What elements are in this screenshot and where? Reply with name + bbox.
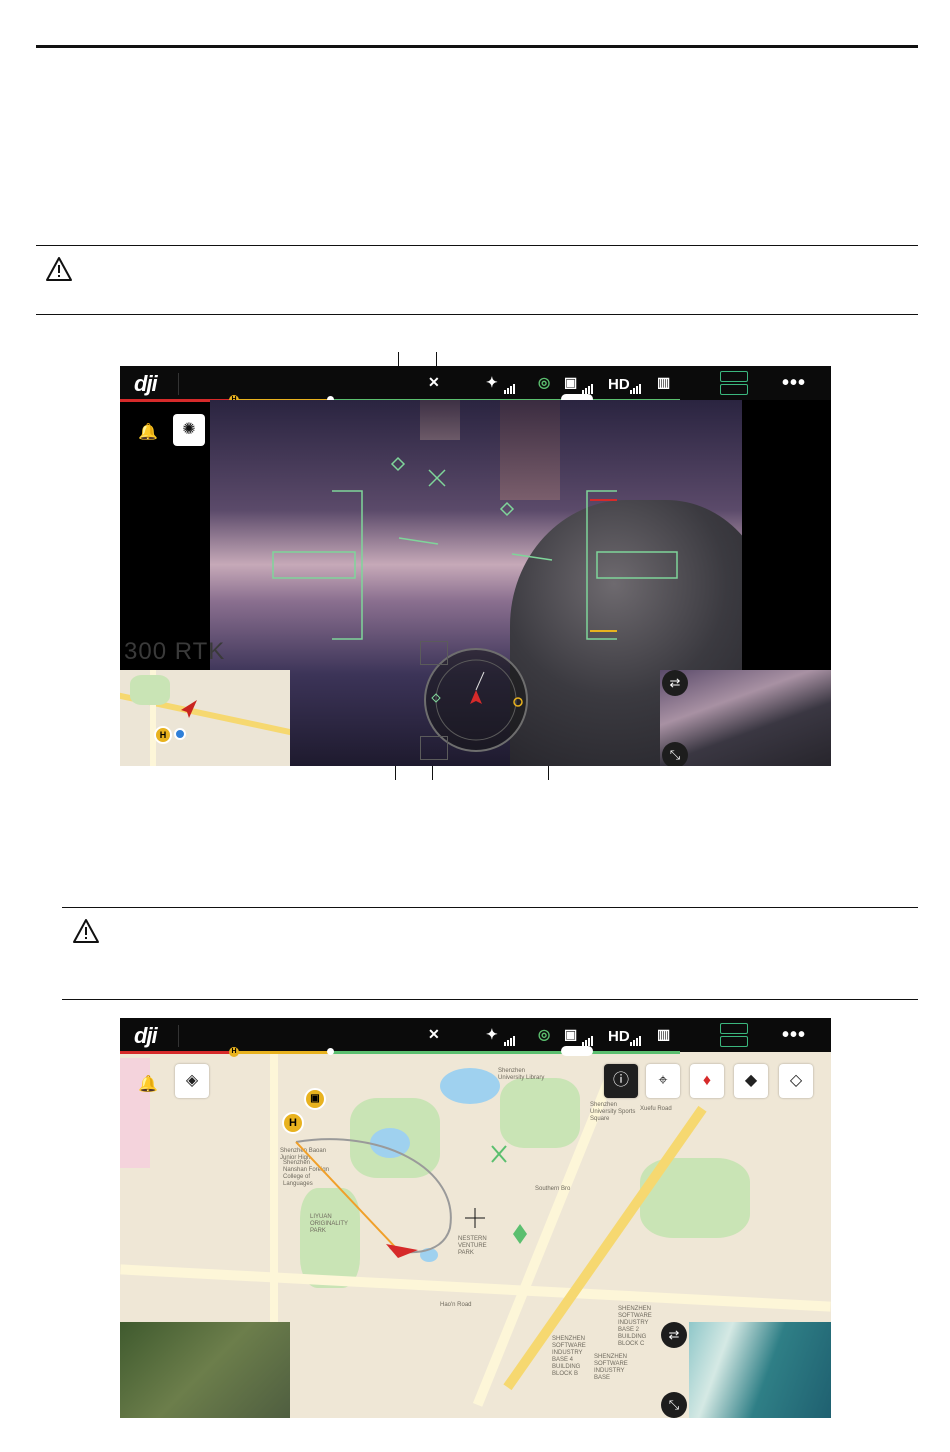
aircraft-heading-icon xyxy=(386,1244,418,1258)
battery-icon: ▥ xyxy=(657,1026,671,1042)
speed-scale xyxy=(332,490,363,640)
warning-top-rule xyxy=(36,245,918,246)
remote-controller-marker: ▣ xyxy=(304,1088,326,1110)
park-area xyxy=(130,675,170,705)
speed-readout-box xyxy=(272,551,356,579)
minimize-view-button[interactable]: ⤡ xyxy=(661,1392,687,1418)
horizon-line-left xyxy=(398,537,439,545)
eraser-button[interactable]: ◇ xyxy=(779,1064,813,1098)
info-button[interactable]: ⓘ xyxy=(604,1064,638,1098)
swap-view-button[interactable]: ⇄ xyxy=(662,670,688,696)
return-path xyxy=(295,1138,452,1254)
compass-icon: ♦ xyxy=(702,1072,712,1089)
callout-line xyxy=(432,766,433,780)
waypoint-diamond-icon xyxy=(513,1224,527,1244)
pip-coastline-view[interactable] xyxy=(689,1322,831,1418)
layers-icon: ◆ xyxy=(744,1072,758,1089)
more-button[interactable]: ••• xyxy=(782,1024,806,1047)
home-direction-icon xyxy=(513,697,523,707)
waypoint-icon: ◈ xyxy=(185,1072,199,1089)
pip-satellite-view[interactable] xyxy=(120,1322,290,1418)
target-icon: ⌖ xyxy=(658,1072,668,1089)
gnss-signal-icon: ✦ xyxy=(486,1026,498,1042)
callout-line xyxy=(548,766,549,780)
map-layers-button[interactable]: ◆ xyxy=(734,1064,768,1098)
home-point-marker: H xyxy=(229,1047,239,1057)
home-to-aircraft-line xyxy=(295,1141,397,1249)
altitude-scale xyxy=(586,490,617,640)
aircraft-model-watermark: 300 RTK xyxy=(124,638,226,665)
progress-segment-red xyxy=(120,1051,234,1054)
divider xyxy=(178,1025,179,1047)
page-top-rule xyxy=(36,45,918,48)
aircraft-position-marker xyxy=(327,1048,334,1055)
crosshair-icon xyxy=(465,1208,485,1228)
aircraft-cross-icon xyxy=(491,1145,507,1163)
layout-toggle-top[interactable] xyxy=(720,1023,748,1034)
compass-side-box xyxy=(420,641,448,665)
layout-toggle-bottom[interactable] xyxy=(720,1036,748,1047)
remote-controller-icon: ▣ xyxy=(564,1026,578,1042)
target-diamond xyxy=(499,501,515,517)
vision-system-icon: ◎ xyxy=(538,1026,551,1042)
minimize-view-button[interactable]: ⤡ xyxy=(662,742,688,766)
status-pill[interactable] xyxy=(561,1046,593,1056)
home-point-icon: H xyxy=(282,1112,304,1134)
compass-button[interactable]: ♦ xyxy=(690,1064,724,1098)
waypoint-marker-button[interactable]: ◈ xyxy=(175,1064,209,1098)
target-diamond xyxy=(390,456,406,472)
home-point-icon: H xyxy=(154,726,172,744)
camera-view-screenshot: dji ✕ ✦ ◎ ▣ HD ▥ ••• H 🔔 ✺ xyxy=(120,366,831,766)
progress-segment-yellow xyxy=(234,1051,330,1054)
warning-bottom-rule xyxy=(62,999,918,1000)
hd-signal-bars xyxy=(630,1028,642,1046)
swap-view-button[interactable]: ⇄ xyxy=(661,1322,687,1348)
warning-icon xyxy=(46,257,72,281)
mini-map[interactable]: H xyxy=(120,670,290,766)
compass-dial xyxy=(431,659,523,741)
callout-line xyxy=(395,766,396,780)
horizon-line-right xyxy=(511,553,553,561)
gnss-signal-bars xyxy=(504,1028,516,1046)
rc-signal-bars xyxy=(582,1028,594,1046)
warning-top-rule xyxy=(62,907,918,908)
altitude-readout-box xyxy=(596,551,678,579)
compass-side-box xyxy=(420,736,448,760)
notification-bell-icon[interactable]: 🔔 xyxy=(138,1074,158,1094)
progress-segment-green xyxy=(330,1051,680,1054)
warning-icon xyxy=(73,919,99,943)
locate-button[interactable]: ⌖ xyxy=(646,1064,680,1098)
aircraft-heading-icon xyxy=(181,700,197,718)
eraser-icon: ◇ xyxy=(789,1072,803,1089)
map-view-screenshot: Shenzhen University Library Shenzhen Uni… xyxy=(120,1018,831,1418)
aircraft-icon: ✕ xyxy=(428,1026,440,1042)
rc-position-dot xyxy=(174,728,186,740)
dji-logo[interactable]: dji xyxy=(134,1023,158,1049)
aircraft-heading-icon xyxy=(470,690,482,704)
hd-video-signal-label: HD xyxy=(608,1028,630,1045)
warning-bottom-rule xyxy=(36,314,918,315)
info-icon: ⓘ xyxy=(612,1072,629,1089)
top-status-bar: dji ✕ ✦ ◎ ▣ HD ▥ ••• xyxy=(120,1018,831,1052)
